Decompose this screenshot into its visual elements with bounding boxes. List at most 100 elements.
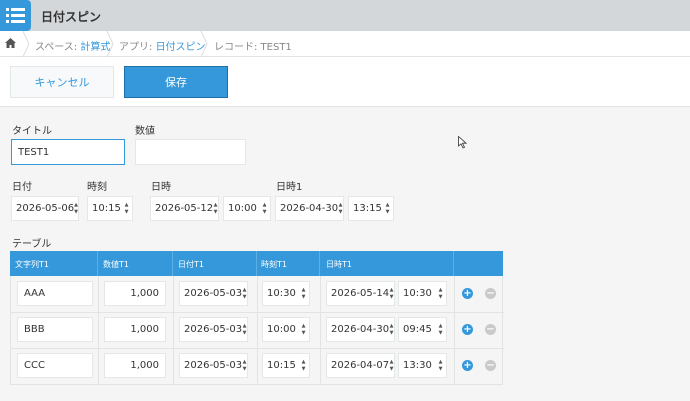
breadcrumb-app[interactable]: アプリ: 日付スピン [119,38,206,53]
spin-down-icon[interactable]: ▼ [439,294,443,301]
table-datetime-time-value: 09:45 [403,324,432,335]
spin-up-icon[interactable]: ▲ [302,287,306,294]
spin-down-icon[interactable]: ▼ [214,209,218,216]
table-datetime-date-spin[interactable]: 2026-05-14 ▲ ▼ [326,281,395,306]
spin-down-icon[interactable]: ▼ [74,209,78,216]
spin-down-icon[interactable]: ▼ [390,330,394,337]
breadcrumb-record: レコード: TEST1 [214,42,292,53]
spin-up-icon[interactable]: ▲ [263,202,267,209]
column-header: 数値T1 [103,260,129,269]
table-date-value: 2026-05-03 [184,288,243,299]
datetime1-label: 日時1 [276,182,303,193]
date-value: 2026-05-06 [16,203,75,214]
datetime1-date-value: 2026-04-30 [280,203,339,214]
column-header: 日時T1 [326,260,352,269]
table-time-value: 10:15 [267,360,296,371]
breadcrumb-app-prefix: アプリ: [119,42,156,53]
spin-up-icon[interactable]: ▲ [125,202,129,209]
table-datetime-time-value: 13:30 [403,360,432,371]
number-input[interactable] [135,139,246,165]
table-text-input[interactable]: BBB [17,317,93,342]
spin-up-icon[interactable]: ▲ [439,287,443,294]
table-datetime-date-spin[interactable]: 2026-04-30 ▲ ▼ [326,317,395,342]
remove-row-icon[interactable]: − [485,324,496,335]
spin-down-icon[interactable]: ▼ [339,209,343,216]
spin-up-icon[interactable]: ▲ [214,202,218,209]
spin-down-icon[interactable]: ▼ [243,330,247,337]
breadcrumb-space[interactable]: スペース: 計算式 [35,38,110,53]
spin-up-icon[interactable]: ▲ [302,323,306,330]
action-toolbar: キャンセル 保存 [0,57,690,107]
remove-row-icon[interactable]: − [485,288,496,299]
table-number-input[interactable]: 1,000 [104,317,166,342]
number-label: 数値 [135,126,155,137]
table-date-value: 2026-05-03 [184,324,243,335]
spin-up-icon[interactable]: ▲ [390,323,394,330]
datetime-time-value: 10:00 [228,203,257,214]
table-time-spin[interactable]: 10:00 ▲ ▼ [262,317,310,342]
spin-down-icon[interactable]: ▼ [263,209,267,216]
date-spin[interactable]: 2026-05-06 ▲ ▼ [11,196,79,221]
table-datetime-date-value: 2026-05-14 [331,288,390,299]
spin-up-icon[interactable]: ▲ [386,202,390,209]
add-row-icon[interactable]: + [462,360,473,371]
spin-up-icon[interactable]: ▲ [243,323,247,330]
spin-down-icon[interactable]: ▼ [302,366,306,373]
spin-up-icon[interactable]: ▲ [390,287,394,294]
table-time-spin[interactable]: 10:15 ▲ ▼ [262,353,310,378]
spin-up-icon[interactable]: ▲ [439,323,443,330]
table-text-input[interactable]: CCC [17,353,93,378]
title-input[interactable]: TEST1 [11,139,125,165]
spin-up-icon[interactable]: ▲ [439,359,443,366]
datetime1-date-spin[interactable]: 2026-04-30 ▲ ▼ [275,196,344,221]
title-label: タイトル [12,126,52,137]
save-button[interactable]: 保存 [124,66,228,98]
spin-down-icon[interactable]: ▼ [386,209,390,216]
table-date-spin[interactable]: 2026-05-03 ▲ ▼ [179,317,248,342]
datetime1-time-spin[interactable]: 13:15 ▲ ▼ [348,196,394,221]
add-row-icon[interactable]: + [462,324,473,335]
spin-down-icon[interactable]: ▼ [439,330,443,337]
spin-down-icon[interactable]: ▼ [302,294,306,301]
time-spin[interactable]: 10:15 ▲ ▼ [87,196,133,221]
table-date-spin[interactable]: 2026-05-03 ▲ ▼ [179,281,248,306]
column-header: 日付T1 [178,260,204,269]
table-number-input[interactable]: 1,000 [104,353,166,378]
table-datetime-time-spin[interactable]: 09:45 ▲ ▼ [398,317,447,342]
time-label: 時刻 [87,182,107,193]
table-datetime-time-spin[interactable]: 10:30 ▲ ▼ [398,281,447,306]
remove-row-icon[interactable]: − [485,360,496,371]
mouse-cursor-icon [458,136,467,149]
table-text-input[interactable]: AAA [17,281,93,306]
datetime-time-spin[interactable]: 10:00 ▲ ▼ [223,196,271,221]
breadcrumb-app-link[interactable]: 日付スピン [156,42,206,53]
spin-down-icon[interactable]: ▼ [302,330,306,337]
spin-up-icon[interactable]: ▲ [339,202,343,209]
table-date-spin[interactable]: 2026-05-03 ▲ ▼ [179,353,248,378]
spin-up-icon[interactable]: ▲ [243,287,247,294]
date-label: 日付 [12,182,32,193]
spin-up-icon[interactable]: ▲ [74,202,78,209]
spin-down-icon[interactable]: ▼ [243,294,247,301]
table-datetime-time-spin[interactable]: 13:30 ▲ ▼ [398,353,447,378]
table-date-value: 2026-05-03 [184,360,243,371]
table-number-input[interactable]: 1,000 [104,281,166,306]
table-time-spin[interactable]: 10:30 ▲ ▼ [262,281,310,306]
cancel-button[interactable]: キャンセル [10,66,114,98]
add-row-icon[interactable]: + [462,288,473,299]
spin-down-icon[interactable]: ▼ [439,366,443,373]
spin-down-icon[interactable]: ▼ [390,366,394,373]
datetime-date-spin[interactable]: 2026-05-12 ▲ ▼ [150,196,219,221]
table-datetime-date-value: 2026-04-07 [331,360,390,371]
spin-down-icon[interactable]: ▼ [243,366,247,373]
table-datetime-date-spin[interactable]: 2026-04-07 ▲ ▼ [326,353,395,378]
spin-up-icon[interactable]: ▲ [302,359,306,366]
column-header: 文字列T1 [15,260,49,269]
breadcrumb: スペース: 計算式 アプリ: 日付スピン レコード: TEST1 [0,31,690,57]
spin-down-icon[interactable]: ▼ [125,209,129,216]
spin-up-icon[interactable]: ▲ [390,359,394,366]
app-list-icon[interactable] [0,0,31,31]
home-icon[interactable] [5,38,16,51]
spin-down-icon[interactable]: ▼ [390,294,394,301]
spin-up-icon[interactable]: ▲ [243,359,247,366]
